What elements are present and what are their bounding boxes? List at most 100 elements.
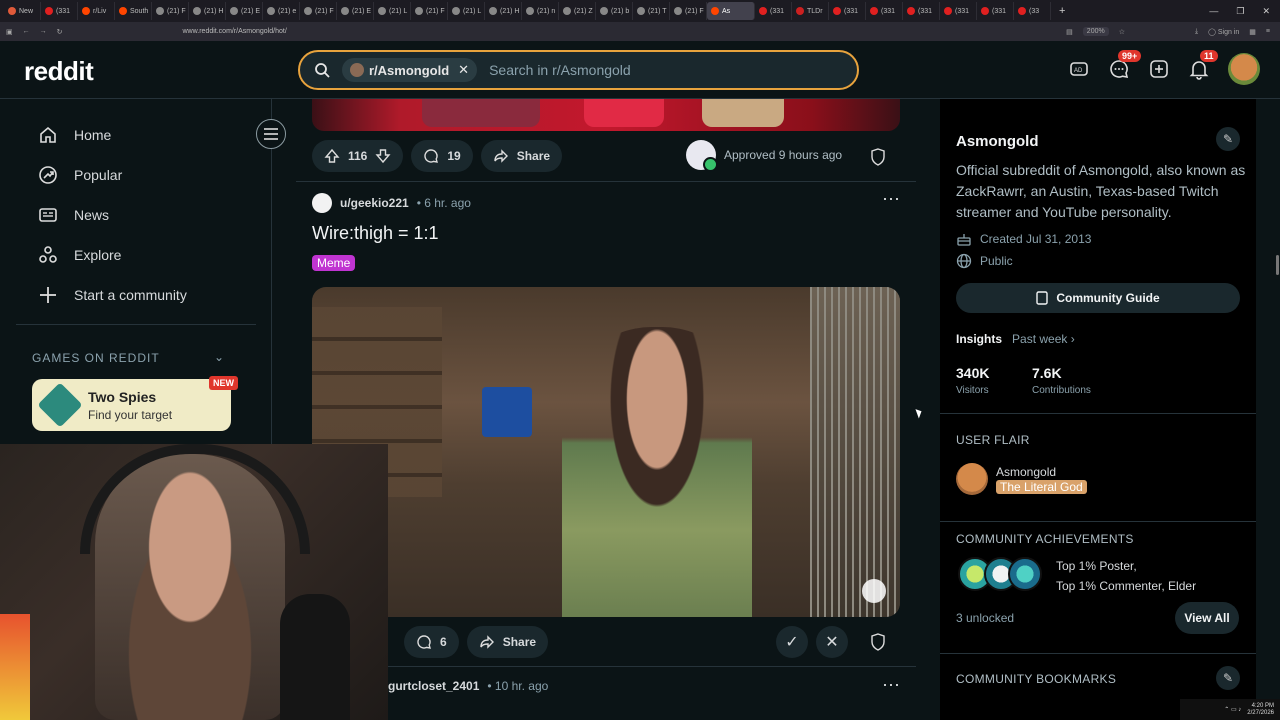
browser-tab[interactable]: (21) F	[300, 2, 337, 20]
browser-tab[interactable]: South	[115, 2, 152, 20]
browser-tab[interactable]: (21) E	[337, 2, 374, 20]
minimize-icon[interactable]: —	[1209, 6, 1218, 17]
browser-tab[interactable]: r/Liv	[78, 2, 115, 20]
tab-favicon-icon	[759, 7, 767, 15]
comments-button[interactable]: 19	[411, 140, 473, 172]
more-options-icon[interactable]: ⋯	[882, 675, 901, 696]
author-avatar[interactable]	[312, 193, 332, 213]
tab-label: (331	[844, 7, 859, 15]
browser-tab[interactable]: (21) n	[522, 2, 559, 20]
flair-tag[interactable]: The Literal God	[996, 480, 1087, 494]
advertise-icon[interactable]: AD	[1068, 58, 1090, 80]
browser-tab[interactable]: (21) F	[670, 2, 707, 20]
scrollbar-thumb[interactable]	[1276, 255, 1279, 275]
sidebar-toggle-icon[interactable]: ▣	[6, 28, 13, 36]
user-avatar[interactable]	[1228, 53, 1260, 85]
browser-tab[interactable]: (331	[977, 2, 1014, 20]
browser-tab[interactable]: (21) H	[485, 2, 522, 20]
browser-tab[interactable]: As	[707, 2, 755, 20]
menu-icon[interactable]: ≡	[1266, 28, 1270, 35]
insights-row[interactable]: Insights Past week ›	[956, 332, 1075, 346]
new-tab-icon[interactable]: +	[1059, 5, 1065, 17]
post-flair[interactable]: Meme	[312, 255, 356, 271]
browser-tab[interactable]: (331	[903, 2, 940, 20]
sidebar-item-news[interactable]: News	[38, 205, 109, 225]
guide-label: Community Guide	[1056, 291, 1160, 305]
mod-shield-icon[interactable]	[870, 633, 886, 651]
browser-tab[interactable]: (331	[41, 2, 78, 20]
mod-shield-icon[interactable]	[870, 148, 886, 166]
browser-tab[interactable]: (21) e	[263, 2, 300, 20]
tab-favicon-icon	[304, 7, 312, 15]
game-icon	[37, 382, 83, 428]
share-button[interactable]: Share	[480, 140, 563, 172]
browser-tab[interactable]: (331	[940, 2, 977, 20]
browser-tab[interactable]: (21) Z	[559, 2, 596, 20]
post-video[interactable]	[312, 287, 900, 617]
browser-tab[interactable]: (21) H	[189, 2, 226, 20]
subreddit-avatar	[350, 63, 364, 77]
volume-icon[interactable]	[862, 579, 886, 603]
remove-scope-icon[interactable]: ✕	[458, 62, 469, 78]
reload-icon[interactable]: ↻	[57, 28, 63, 36]
sidebar-item-home[interactable]: Home	[38, 125, 111, 145]
browser-tab[interactable]: (21) T	[633, 2, 670, 20]
browser-tab[interactable]: (331	[829, 2, 866, 20]
author-name[interactable]: gurtcloset_2401	[388, 679, 479, 693]
search-scope-chip[interactable]: r/Asmongold ✕	[342, 58, 478, 82]
edit-pencil-icon[interactable]: ✎	[1216, 666, 1240, 690]
browser-tab[interactable]: (33	[1014, 2, 1051, 20]
reddit-logo[interactable]: reddit	[24, 56, 94, 87]
maximize-icon[interactable]: ❐	[1236, 6, 1244, 17]
address-bar[interactable]: www.reddit.com/r/Asmongold/hot/	[183, 28, 287, 35]
browser-tab[interactable]: (21) L	[448, 2, 485, 20]
zoom-level[interactable]: 200%	[1082, 27, 1109, 36]
achievement-badge-icon[interactable]	[1008, 557, 1042, 591]
browser-tab[interactable]: (21) F	[152, 2, 189, 20]
share-button[interactable]: Share	[466, 626, 549, 658]
browser-tab[interactable]: (331	[755, 2, 792, 20]
tab-label: (33	[1029, 7, 1040, 15]
chevron-down-icon[interactable]: ⌄	[214, 350, 224, 364]
downvote-icon[interactable]	[375, 148, 391, 164]
browser-tab[interactable]: TLDr	[792, 2, 829, 20]
community-guide-button[interactable]: Community Guide	[956, 283, 1240, 313]
edit-pencil-icon[interactable]: ✎	[1216, 127, 1240, 151]
game-card[interactable]: Two Spies Find your target	[32, 379, 231, 431]
reader-icon[interactable]: ▤	[1066, 28, 1073, 36]
sidebar-item-explore[interactable]: Explore	[38, 245, 121, 265]
browser-tab[interactable]: (21) L	[374, 2, 411, 20]
close-window-icon[interactable]: ✕	[1262, 6, 1270, 17]
browser-tab[interactable]: (331	[866, 2, 903, 20]
upvote-icon[interactable]	[324, 148, 340, 164]
forward-icon[interactable]: →	[40, 28, 47, 35]
browser-tab[interactable]: (21) F	[411, 2, 448, 20]
more-options-icon[interactable]: ⋯	[882, 189, 901, 210]
search-input[interactable]: Search in r/Asmongold	[489, 62, 631, 78]
create-post-icon[interactable]	[1148, 58, 1170, 80]
bookmark-star-icon[interactable]: ☆	[1119, 28, 1125, 36]
approve-check-icon[interactable]: ✓	[776, 626, 808, 658]
clock[interactable]: 4:20 PM 2/27/2026	[1247, 703, 1274, 717]
search-bar[interactable]: r/Asmongold ✕ Search in r/Asmongold	[298, 50, 859, 90]
sidebar-item-popular[interactable]: Popular	[38, 165, 122, 185]
notifications-bell-icon[interactable]: 11	[1188, 50, 1218, 80]
browser-tab[interactable]: (21) E	[226, 2, 263, 20]
view-all-button[interactable]: View All	[1175, 602, 1239, 634]
browser-tab[interactable]: New	[4, 2, 41, 20]
post-title[interactable]: Wire:thigh = 1:1	[312, 223, 439, 244]
sidebar-item-start-community[interactable]: Start a community	[38, 285, 187, 305]
chat-icon[interactable]: 99+	[1108, 50, 1142, 80]
tray-icons[interactable]: ⌃ ▭ ♪	[1224, 706, 1241, 713]
download-icon[interactable]: ⤓	[1195, 28, 1198, 36]
author-name[interactable]: u/geekio221	[340, 196, 409, 210]
tab-favicon-icon	[156, 7, 164, 15]
sign-in-link[interactable]: ◯ Sign in	[1208, 28, 1239, 36]
extensions-icon[interactable]: ▦	[1249, 28, 1256, 36]
comments-button[interactable]: 6	[404, 626, 459, 658]
games-heading[interactable]: GAMES ON REDDIT	[32, 351, 160, 365]
browser-tab[interactable]: (21) b	[596, 2, 633, 20]
remove-x-icon[interactable]: ✕	[816, 626, 848, 658]
back-icon[interactable]: ←	[23, 28, 30, 35]
post-image-partial[interactable]	[312, 99, 900, 131]
